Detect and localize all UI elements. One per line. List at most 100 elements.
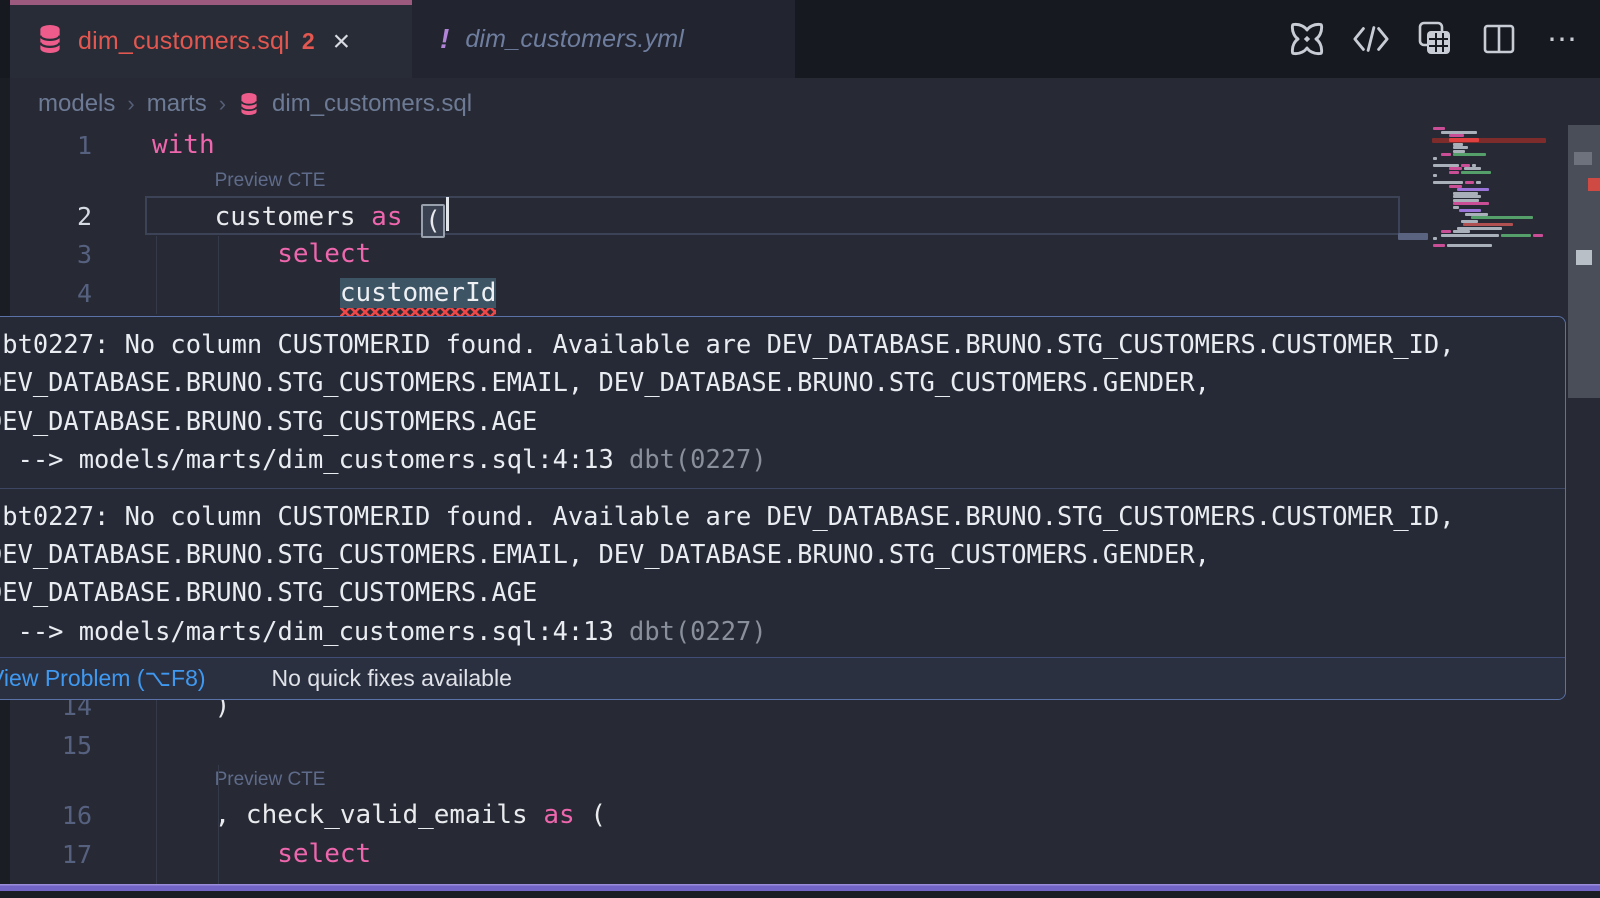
code-text: customers as ( [152,197,449,238]
error-location-line: --> models/marts/dim_customers.sql:4:13 … [0,440,1565,478]
minimap-line [1453,206,1459,209]
code-token: customers [215,202,372,232]
error-message-line: DEV_DATABASE.BRUNO.STG_CUSTOMERS.AGE [0,402,1565,440]
view-problem-link[interactable]: View Problem (⌥F8) [0,665,206,692]
minimap-line [1398,233,1428,240]
code-token: ( [421,204,445,238]
tab-title: dim_customers.yml [465,25,684,54]
minimap-line [1441,234,1499,237]
code-token: as [543,800,574,830]
error-location-line: --> models/marts/dim_customers.sql:4:13 … [0,612,1565,650]
minimap-line [1433,237,1437,240]
breadcrumb-item-marts[interactable]: marts [147,90,207,118]
minimap-line [1471,216,1533,219]
tab-bar: dim_customers.sql 2 × ! dim_customers.ym… [0,0,1600,78]
minimap-line [1453,202,1489,205]
minimap-line [1463,223,1513,226]
vscode-editor-window: dim_customers.sql 2 × ! dim_customers.ym… [0,0,1600,898]
code-line-4[interactable]: 4 customerId [10,274,1570,313]
error-squiggle [340,308,497,316]
minimap-line [1459,209,1481,212]
minimap-line [1433,244,1445,247]
code-text: select [152,835,371,874]
code-text: with [152,126,215,165]
minimap-line [1441,153,1451,156]
copy-table-icon[interactable] [1416,20,1454,58]
code-line-2[interactable]: 2 customers as ( [10,197,1570,236]
code-line-17[interactable]: 17 select [10,835,1570,874]
close-icon[interactable]: × [333,27,351,57]
breadcrumb-item-models[interactable]: models [38,90,115,118]
minimap-line [1441,230,1451,233]
problem-hover-popup: dbt0227: No column CUSTOMERID found. Ava… [0,316,1566,700]
editor-actions: ⋯ [1288,0,1582,78]
overview-ruler-mark [1576,250,1592,265]
minimap-line [1449,134,1464,137]
line-number: 3 [10,235,92,274]
minimap-line [1464,167,1481,170]
tab-problem-count: 2 [302,28,315,55]
tab-dim-customers-sql[interactable]: dim_customers.sql 2 × [10,0,412,78]
no-quick-fixes-label: No quick fixes available [272,665,512,692]
more-actions-icon[interactable]: ⋯ [1544,20,1582,58]
dbt-error-message: dbt0227: No column CUSTOMERID found. Ava… [0,489,1565,660]
line-number: 15 [10,726,92,765]
minimap-line [1461,171,1491,174]
code-text: customerId [152,274,496,313]
dbt-power-user-icon[interactable] [1288,20,1326,58]
code-token: with [152,130,215,160]
code-line-16[interactable]: 16 , check_valid_emails as ( [10,796,1570,835]
minimap-line [1447,244,1492,247]
breadcrumb-separator-icon: › [127,91,134,117]
indent-guide [156,700,157,884]
code-line-15[interactable]: 15 [10,726,1570,765]
minimap-line [1449,171,1459,174]
code-line-3[interactable]: 3 select [10,235,1570,274]
error-source: dbt(0227) [614,444,767,474]
minimap-line [1457,188,1489,191]
open-code-icon[interactable] [1352,20,1390,58]
minimap-line [1476,181,1481,184]
minimap-line [1433,174,1437,177]
breadcrumb: models›marts›dim_customers.sql [38,88,472,120]
minimap-line [1453,146,1468,149]
indent-guide [156,236,157,314]
panel-gap [0,891,1600,898]
code-text: select [152,235,371,274]
codelens-preview-cte[interactable]: Preview CTE [215,165,326,196]
code-token: ( [575,800,606,830]
minimap-line [1433,157,1437,160]
minimap-line [1533,234,1543,237]
line-number: 17 [10,835,92,874]
error-location[interactable]: --> models/marts/dim_customers.sql:4:13 [0,444,614,474]
breadcrumb-item-dim-customers-sql[interactable]: dim_customers.sql [272,90,472,118]
code-token: select [277,239,371,269]
code-token [402,202,418,232]
minimap-line [1453,230,1470,233]
error-message-line: DEV_DATABASE.BRUNO.STG_CUSTOMERS.EMAIL, … [0,535,1565,573]
indent-guide [218,765,219,884]
indent-guide [218,236,219,314]
warning-exclamation-icon: ! [440,23,449,55]
error-location[interactable]: --> models/marts/dim_customers.sql:4:13 [0,616,614,646]
tab-dim-customers-yml[interactable]: ! dim_customers.yml [412,0,795,78]
minimap-line [1433,127,1445,130]
minimap-line [1449,167,1462,170]
minimap-line [1501,234,1531,237]
error-message-line: DEV_DATABASE.BRUNO.STG_CUSTOMERS.EMAIL, … [0,363,1565,401]
split-editor-icon[interactable] [1480,20,1518,58]
minimap-line [1453,153,1486,156]
line-number: 2 [10,197,92,236]
overview-ruler-mark [1574,152,1592,165]
code-text: , check_valid_emails as ( [152,796,606,835]
minimap-line [1453,195,1481,198]
minimap-line [1449,138,1479,142]
code-line-1[interactable]: 1with [10,126,1570,165]
error-message-line: dbt0227: No column CUSTOMERID found. Ava… [0,325,1565,363]
minimap-line [1465,181,1474,184]
error-source: dbt(0227) [614,616,767,646]
dbt-error-message: dbt0227: No column CUSTOMERID found. Ava… [0,317,1565,488]
code-token: select [277,839,371,869]
error-message-line: dbt0227: No column CUSTOMERID found. Ava… [0,497,1565,535]
codelens-preview-cte[interactable]: Preview CTE [215,764,326,795]
